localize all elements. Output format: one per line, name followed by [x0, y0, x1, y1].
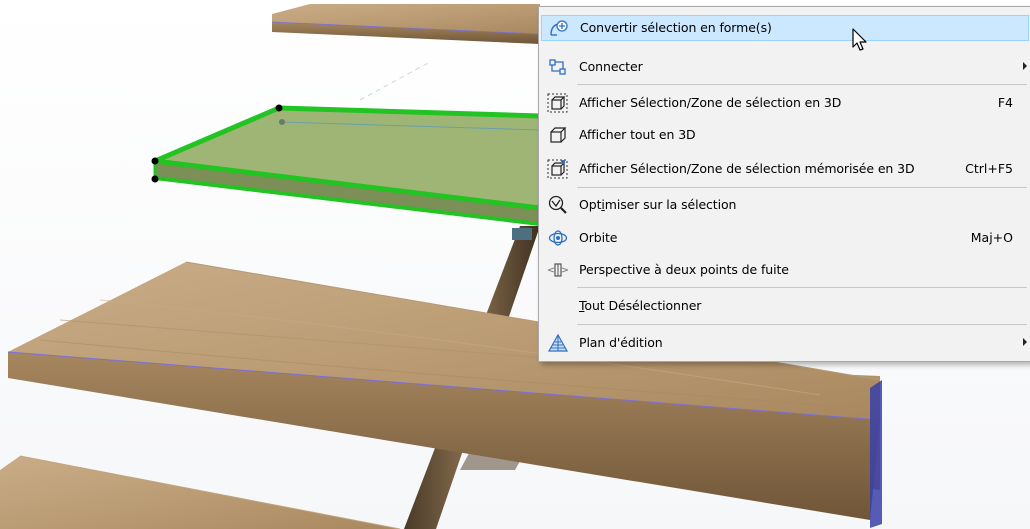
menu-item-label: Optimiser sur la sélection — [579, 197, 737, 212]
menu-item-label: Tout Désélectionner — [579, 298, 702, 313]
menu-item-show-stored-selection-3d[interactable]: Afficher Sélection/Zone de sélection mém… — [541, 156, 1029, 182]
context-menu: Convertir sélection en forme(s) Connecte… — [538, 6, 1030, 362]
selection-handle[interactable] — [279, 119, 285, 125]
guide-line — [359, 61, 431, 101]
menu-separator — [577, 324, 1027, 325]
connect-icon — [547, 57, 569, 77]
menu-item-label: Connecter — [579, 59, 643, 74]
submenu-arrow-icon — [1023, 338, 1027, 346]
selection-handle[interactable] — [151, 175, 159, 183]
mouse-cursor-icon — [852, 28, 867, 51]
menu-item-editing-plane[interactable]: Plan d'édition — [541, 330, 1029, 356]
editing-plane-icon — [547, 333, 569, 353]
menu-item-connect[interactable]: Connecter — [541, 54, 1029, 80]
selection-handle[interactable] — [275, 104, 283, 112]
menu-item-shortcut: Ctrl+F5 — [965, 161, 1013, 176]
menu-item-label: Afficher tout en 3D — [579, 127, 696, 142]
menu-item-shortcut: F4 — [997, 95, 1013, 110]
menu-item-show-selection-3d[interactable]: Afficher Sélection/Zone de sélection en … — [541, 90, 1029, 116]
menu-item-convert-to-shapes[interactable]: Convertir sélection en forme(s) — [541, 15, 1029, 41]
show-stored-selection-3d-icon — [547, 159, 569, 179]
menu-item-orbit[interactable]: Orbite Maj+O — [541, 225, 1029, 251]
stair-tread-top — [271, 4, 541, 44]
menu-item-label: Orbite — [579, 230, 618, 245]
menu-item-two-point-perspective[interactable]: Perspective à deux points de fuite — [541, 257, 1029, 283]
menu-item-deselect-all[interactable]: Tout Désélectionner — [541, 293, 1029, 319]
selection-handle[interactable] — [151, 157, 159, 165]
two-point-perspective-icon — [547, 260, 569, 280]
menu-item-label: Perspective à deux points de fuite — [579, 262, 789, 277]
menu-item-show-all-3d[interactable]: Afficher tout en 3D — [541, 122, 1029, 148]
stringer-bracket — [512, 228, 532, 240]
stair-tread-bottom — [0, 455, 401, 529]
convert-to-shape-icon — [548, 19, 570, 39]
menu-item-label: Plan d'édition — [579, 335, 663, 350]
show-selection-3d-icon — [547, 93, 569, 113]
submenu-arrow-icon — [1023, 62, 1027, 70]
menu-separator — [577, 187, 1027, 188]
menu-item-zoom-to-selection[interactable]: Optimiser sur la sélection — [541, 192, 1029, 218]
menu-item-label: Afficher Sélection/Zone de sélection en … — [579, 95, 842, 110]
menu-item-label: Afficher Sélection/Zone de sélection mém… — [579, 161, 915, 176]
menu-item-label: Convertir sélection en forme(s) — [580, 20, 772, 35]
menu-item-shortcut: Maj+O — [970, 230, 1013, 245]
show-all-3d-icon — [547, 125, 569, 145]
menu-separator — [577, 287, 1027, 288]
zoom-to-selection-icon — [547, 195, 569, 215]
menu-separator — [577, 84, 1027, 85]
orbit-icon — [547, 228, 569, 248]
selected-stair-tread[interactable] — [151, 104, 541, 241]
